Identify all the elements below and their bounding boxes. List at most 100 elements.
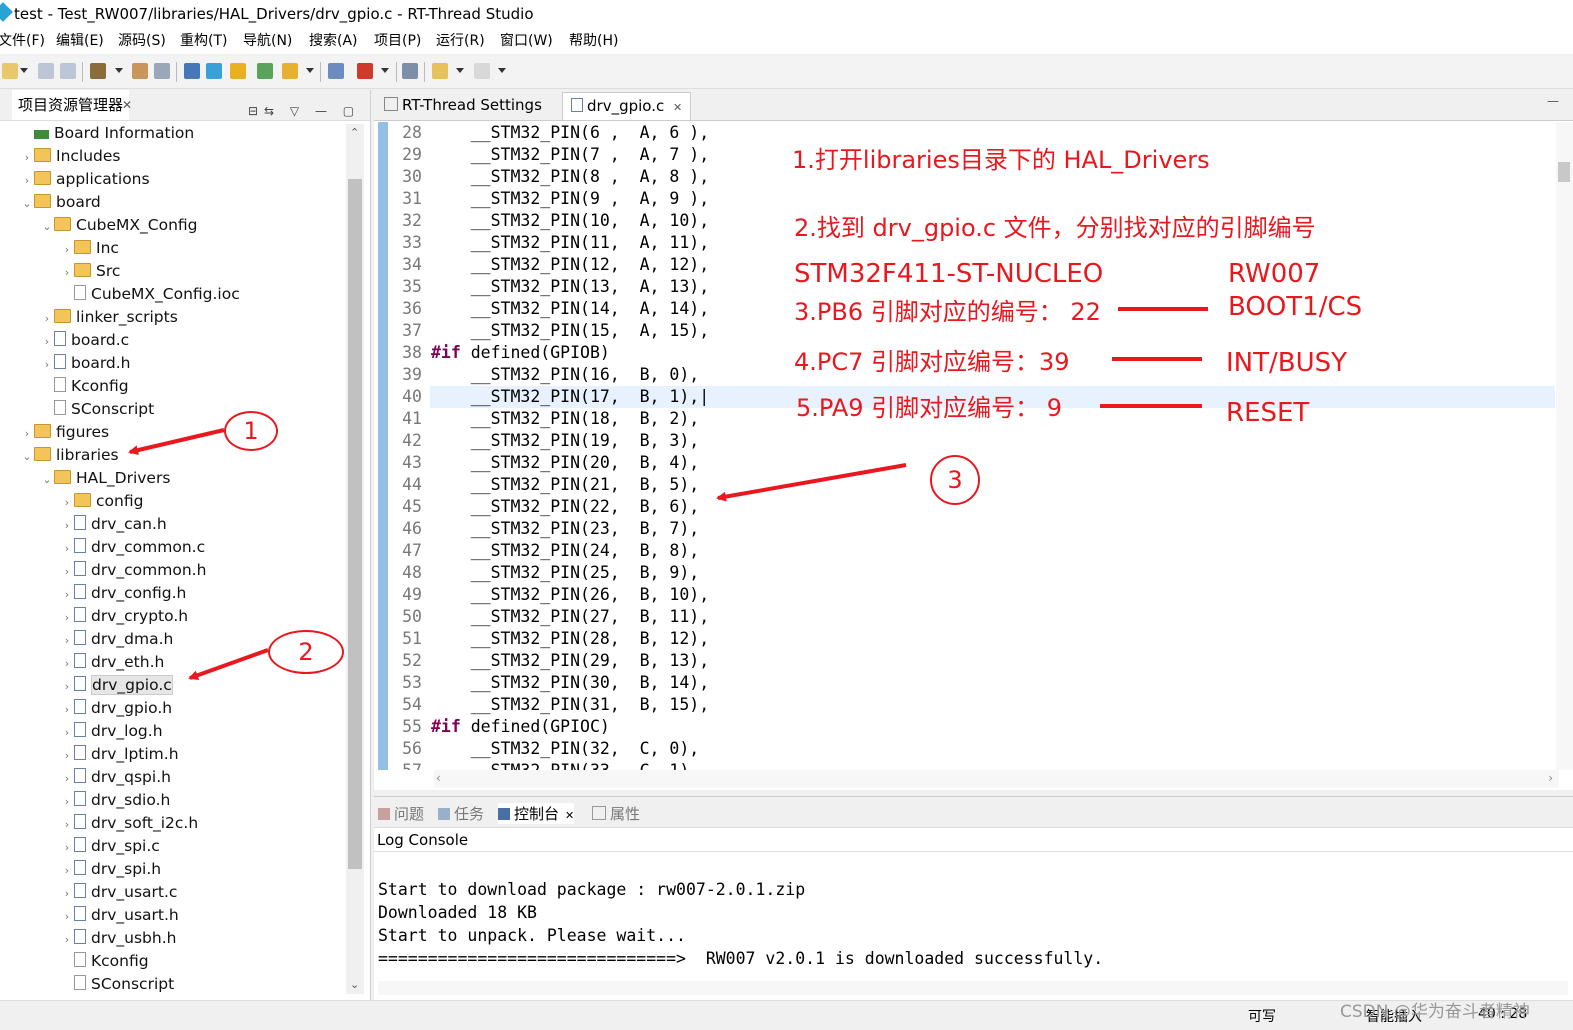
code-line[interactable]: 56 __STM32_PIN(32, C, 0),: [374, 738, 1554, 760]
tree-item-cubemx-config[interactable]: ⌄ CubeMX_Config: [40, 214, 197, 237]
chevron-right-icon[interactable]: ›: [60, 629, 74, 652]
chevron-right-icon[interactable]: ›: [60, 905, 74, 928]
chevron-right-icon[interactable]: ›: [60, 836, 74, 859]
tree-item-drv-gpio-h[interactable]: › drv_gpio.h: [60, 697, 172, 720]
tree-item-linker-scripts[interactable]: › linker_scripts: [40, 306, 178, 329]
tree-item-drv-common-h[interactable]: › drv_common.h: [60, 559, 206, 582]
chevron-down-icon[interactable]: ⌄: [20, 445, 34, 468]
tree-item-applications[interactable]: › applications: [20, 168, 150, 191]
explorer-tab[interactable]: 项目资源管理器: [12, 90, 130, 120]
tree-item-board-c[interactable]: › board.c: [40, 329, 129, 352]
scroll-down-icon[interactable]: ⌄: [350, 978, 359, 991]
tree-item-drv-lptim-h[interactable]: › drv_lptim.h: [60, 743, 179, 766]
chevron-right-icon[interactable]: ›: [60, 514, 74, 537]
menu-window[interactable]: 窗口(W): [500, 28, 553, 54]
tree-item-libraries[interactable]: ⌄ libraries: [20, 444, 118, 468]
monitor-icon[interactable]: [184, 63, 200, 79]
tree-item-drv-qspi-h[interactable]: › drv_qspi.h: [60, 766, 171, 789]
code-line[interactable]: 46 __STM32_PIN(23, B, 7),: [374, 518, 1554, 540]
code-line[interactable]: 57 __STM32_PIN(33, C, 1),: [374, 760, 1554, 770]
minimize-icon[interactable]: —: [1547, 94, 1559, 108]
console-hscrollbar[interactable]: [378, 981, 1568, 995]
chevron-down-icon[interactable]: [115, 68, 123, 73]
code-line[interactable]: 47 __STM32_PIN(24, B, 8),: [374, 540, 1554, 562]
tree-item-config[interactable]: › config: [60, 490, 144, 513]
code-line[interactable]: 42 __STM32_PIN(19, B, 3),: [374, 430, 1554, 452]
chevron-right-icon[interactable]: ›: [40, 353, 54, 376]
editor-vscrollbar[interactable]: [1556, 122, 1573, 770]
menu-project[interactable]: 项目(P): [374, 28, 421, 54]
chevron-right-icon[interactable]: ›: [60, 560, 74, 583]
code-line[interactable]: 50 __STM32_PIN(27, B, 11),: [374, 606, 1554, 628]
chevron-right-icon[interactable]: ›: [60, 790, 74, 813]
tab-rt-thread-settings[interactable]: RT-Thread Settings: [376, 92, 550, 119]
save-icon[interactable]: [38, 63, 54, 79]
tree-item-drv-eth-h[interactable]: › drv_eth.h: [60, 651, 164, 674]
tab-problems[interactable]: 问题: [378, 803, 424, 824]
chevron-down-icon[interactable]: [456, 68, 464, 73]
tree-item-sconscript[interactable]: SConscript: [60, 973, 174, 996]
tab-tasks[interactable]: 任务: [438, 803, 484, 824]
chevron-right-icon[interactable]: ›: [60, 238, 74, 261]
tree-item-drv-config-h[interactable]: › drv_config.h: [60, 582, 186, 605]
tree-item-drv-soft-i2c-h[interactable]: › drv_soft_i2c.h: [60, 812, 198, 835]
chevron-down-icon[interactable]: [306, 68, 314, 73]
chevron-right-icon[interactable]: ›: [20, 422, 34, 445]
tree-item-drv-dma-h[interactable]: › drv_dma.h: [60, 628, 173, 651]
tree-item-drv-usbh-h[interactable]: › drv_usbh.h: [60, 927, 176, 950]
menu-help[interactable]: 帮助(H): [569, 28, 618, 54]
menu-run[interactable]: 运行(R): [436, 28, 485, 54]
chevron-right-icon[interactable]: ›: [20, 146, 34, 169]
chevron-down-icon[interactable]: ⌄: [20, 192, 34, 215]
code-line[interactable]: 49 __STM32_PIN(26, B, 10),: [374, 584, 1554, 606]
tree-item-figures[interactable]: › figures: [20, 421, 109, 444]
tools-icon[interactable]: [154, 63, 170, 79]
code-line[interactable]: 31 __STM32_PIN(9 , A, 9 ),: [374, 188, 1554, 210]
flash-icon[interactable]: [357, 63, 373, 79]
build-icon[interactable]: [90, 63, 106, 79]
tree-item-cubemx-config-ioc[interactable]: CubeMX_Config.ioc: [60, 283, 240, 306]
chevron-right-icon[interactable]: ›: [60, 583, 74, 606]
tree-item-inc[interactable]: › Inc: [60, 237, 119, 260]
tree-item-kconfig[interactable]: Kconfig: [40, 375, 129, 398]
chevron-right-icon[interactable]: ›: [60, 928, 74, 951]
tree-item-drv-spi-c[interactable]: › drv_spi.c: [60, 835, 160, 858]
tree-item-kconfig[interactable]: Kconfig: [60, 950, 149, 973]
forward-arrow-icon[interactable]: [474, 63, 490, 79]
chevron-right-icon[interactable]: ›: [60, 767, 74, 790]
menu-file[interactable]: 文件(F): [0, 28, 45, 54]
tree-item-drv-usart-c[interactable]: › drv_usart.c: [60, 881, 177, 904]
close-icon[interactable]: ✕: [122, 90, 132, 120]
chevron-right-icon[interactable]: ›: [20, 169, 34, 192]
tree-item-drv-usart-h[interactable]: › drv_usart.h: [60, 904, 179, 927]
scrollbar-thumb[interactable]: [348, 179, 362, 869]
tab-properties[interactable]: 属性: [592, 803, 640, 824]
tree-item-board-information[interactable]: Board Information: [20, 122, 194, 145]
download-icon[interactable]: [282, 63, 298, 79]
tab-console[interactable]: 控制台 ✕: [498, 803, 575, 824]
chevron-right-icon[interactable]: ›: [60, 675, 74, 698]
editor-hscrollbar[interactable]: ‹ ›: [434, 770, 1559, 788]
explorer-scrollbar[interactable]: ⌃ ⌄: [346, 124, 364, 994]
close-icon[interactable]: ✕: [565, 809, 574, 822]
tree-item-hal-drivers[interactable]: ⌄ HAL_Drivers: [40, 467, 170, 490]
chevron-right-icon[interactable]: ›: [60, 744, 74, 767]
code-line[interactable]: 51 __STM32_PIN(28, B, 12),: [374, 628, 1554, 650]
save-all-icon[interactable]: [60, 63, 76, 79]
tree-item-drv-crypto-h[interactable]: › drv_crypto.h: [60, 605, 188, 628]
scrollbar-thumb[interactable]: [1558, 162, 1570, 182]
chevron-right-icon[interactable]: ›: [60, 721, 74, 744]
menu-refactor[interactable]: 重构(T): [180, 28, 227, 54]
tree-item-drv-sdio-h[interactable]: › drv_sdio.h: [60, 789, 170, 812]
tree-item-drv-spi-h[interactable]: › drv_spi.h: [60, 858, 161, 881]
tree-item-drv-common-c[interactable]: › drv_common.c: [60, 536, 205, 559]
menu-search[interactable]: 搜索(A): [309, 28, 358, 54]
tree-item-drv-log-h[interactable]: › drv_log.h: [60, 720, 163, 743]
chevron-right-icon[interactable]: ›: [60, 882, 74, 905]
chevron-down-icon[interactable]: [20, 68, 28, 73]
menu-edit[interactable]: 编辑(E): [56, 28, 104, 54]
menu-source[interactable]: 源码(S): [118, 28, 166, 54]
chevron-right-icon[interactable]: ›: [60, 537, 74, 560]
terminal-icon[interactable]: [402, 63, 418, 79]
tree-item-drv-gpio-c[interactable]: › drv_gpio.c: [60, 674, 173, 697]
